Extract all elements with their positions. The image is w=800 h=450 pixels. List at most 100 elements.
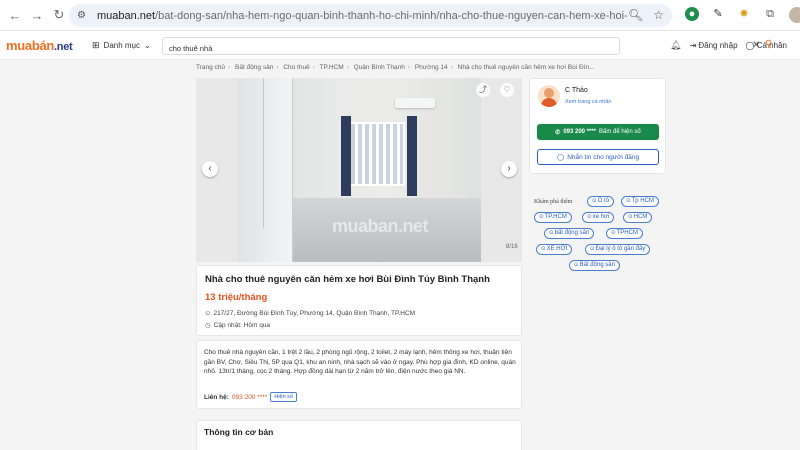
chat-icon: ◯ <box>556 154 565 161</box>
breadcrumb-item[interactable]: Cho thuê <box>283 64 309 71</box>
url-path: /bat-dong-san/nha-hem-ngo-quan-binh-than… <box>155 9 627 22</box>
explore-tag[interactable]: ⊙TP.HCM <box>534 212 572 223</box>
muaban-logo[interactable]: muabán.net <box>6 38 73 53</box>
listing-price: 13 triệu/tháng <box>205 292 268 303</box>
search-icon: ⊙ <box>539 214 544 220</box>
explore-label: Khám phá thêm <box>534 199 573 205</box>
breadcrumb: Trang chủ › Bất động sản › Cho thuê › TP.HC… <box>196 64 595 71</box>
previous-photo-button[interactable]: ‹ <box>202 161 218 177</box>
bookmark-star-icon[interactable]: ☆ <box>653 8 664 22</box>
search-icon: ⊙ <box>592 198 597 204</box>
chat-label: Nhắn tin cho người đăng <box>567 153 640 161</box>
explore-tag-label: TPHCM <box>616 230 638 236</box>
account-button[interactable]: ◯ Cá nhân <box>746 41 787 50</box>
user-icon: ◯ <box>745 41 755 50</box>
heart-icon[interactable]: ♡ <box>500 83 514 97</box>
listing-description: Cho thuê nhà nguyên căn, 1 trệt 2 lầu, 2… <box>204 349 516 376</box>
clock-icon: ◷ <box>205 322 211 329</box>
back-icon[interactable]: ← <box>6 6 24 24</box>
contact-phone: 093 200 **** <box>231 393 268 401</box>
grid-icon: ⊞ <box>92 40 100 50</box>
search-icon: ⊙ <box>626 198 631 204</box>
search-icon: ⊙ <box>587 214 592 220</box>
call-seller-button[interactable]: ✆ 093 200 **** Bấm để hiện số <box>537 124 659 140</box>
photo-counter: 8/16 <box>506 244 518 250</box>
account-label: Cá nhân <box>756 41 787 50</box>
search-icon: ⊙ <box>549 230 554 236</box>
profile-avatar-icon[interactable] <box>789 7 800 23</box>
search-box: ✕ ⚲ <box>162 37 772 57</box>
search-icon: ⊙ <box>590 246 595 252</box>
explore-tag[interactable]: ⊙Tp HCM <box>621 196 659 207</box>
eyedropper-icon[interactable]: ✎ <box>711 7 725 21</box>
seller-profile-link[interactable]: Xem trang cá nhân <box>565 99 611 105</box>
next-photo-button[interactable]: › <box>501 161 517 177</box>
breadcrumb-current: Nhà cho thuê nguyên căn hẻm xe hơi Bùi Đ… <box>457 64 595 71</box>
login-label: Đăng nhập <box>698 41 738 50</box>
chevron-down-icon: ⌄ <box>144 41 151 50</box>
basic-info-title: Thông tin cơ bản <box>204 427 274 437</box>
phone-icon: ✆ <box>555 129 561 136</box>
contact-label: Liên hệ: <box>204 393 229 401</box>
explore-tag-label: XE HƠI <box>546 246 568 252</box>
explore-tag-label: bất động sản <box>554 230 590 236</box>
photo-watermark: muaban.net <box>332 216 429 236</box>
share-icon[interactable]: ⤴ <box>476 83 490 97</box>
breadcrumb-item[interactable]: Trang chủ <box>196 64 225 71</box>
url-text[interactable]: muaban.net/bat-dong-san/nha-hem-ngo-quan… <box>97 10 627 22</box>
breadcrumb-item[interactable]: TP.HCM <box>320 64 344 71</box>
forward-icon[interactable]: → <box>28 6 46 24</box>
contact-row: Liên hệ: 093 200 **** Hiện số <box>204 392 297 402</box>
breadcrumb-item[interactable]: Bất động sản <box>235 64 273 71</box>
explore-tag[interactable]: ⊙xe hơi <box>582 212 615 223</box>
login-button[interactable]: ⇥ Đăng nhập <box>689 41 737 50</box>
bell-icon[interactable]: 🔔︎ <box>670 40 681 51</box>
updated-text: Cập nhật: Hôm qua <box>213 322 271 329</box>
explore-tag-label: Bất động sản <box>579 262 615 268</box>
extension-gear-icon[interactable]: ✸ <box>737 7 751 21</box>
explore-tag[interactable]: ⊙Bất động sản <box>569 260 620 271</box>
category-menu-button[interactable]: ⊞ Danh mục ⌄ <box>92 40 151 51</box>
logo-main: muabán <box>6 38 55 53</box>
explore-tag-label: xe hơi <box>592 214 610 220</box>
seller-card: C Thảo Xem trang cá nhân ✆ 093 200 **** … <box>529 78 666 174</box>
seller-phone: 093 200 **** <box>563 129 597 135</box>
seller-name[interactable]: C Thảo <box>565 87 588 94</box>
message-seller-button[interactable]: ◯ Nhắn tin cho người đăng <box>537 149 659 165</box>
explore-tag[interactable]: ⊙bất động sản <box>544 228 595 239</box>
seller-avatar[interactable] <box>538 85 560 107</box>
basic-info-card: Thông tin cơ bản <box>196 420 522 450</box>
listing-info-card: Nhà cho thuê nguyên căn hẻm xe hơi Bùi Đ… <box>196 265 522 336</box>
explore-tag[interactable]: ⊙Ô tô <box>587 196 614 207</box>
address-bar[interactable]: ⚙ muaban.net/bat-dong-san/nha-hem-ngo-qu… <box>69 4 672 27</box>
extensions-puzzle-icon[interactable]: ⧉ <box>763 7 777 21</box>
explore-tag[interactable]: ⊙HCM <box>623 212 653 223</box>
search-icon: ⊙ <box>611 230 616 236</box>
search-icon: ⊙ <box>574 262 579 268</box>
explore-tag-label: Tp HCM <box>631 198 654 204</box>
browser-toolbar: ← → ↻ ⚙ muaban.net/bat-dong-san/nha-hem-… <box>0 0 800 31</box>
category-label: Danh mục <box>103 41 141 50</box>
search-input[interactable] <box>169 40 569 57</box>
reveal-phone-label: Bấm để hiện số <box>599 129 641 135</box>
explore-tag[interactable]: ⊙Đại lý ô tô gần đây <box>585 244 651 255</box>
location-pin-icon: ⊙ <box>205 310 211 317</box>
breadcrumb-item[interactable]: Phường 14 <box>415 64 448 71</box>
listing-photo[interactable]: muaban.net <box>237 78 481 262</box>
extension-green-icon[interactable]: ● <box>685 7 699 21</box>
url-domain: muaban.net <box>97 9 156 22</box>
login-icon: ⇥ <box>689 41 697 50</box>
reload-icon[interactable]: ↻ <box>50 6 68 24</box>
explore-tag[interactable]: ⊙TPHCM <box>606 228 643 239</box>
photo-gallery[interactable]: muaban.net ⤴ ♡ ‹ › 8/16 <box>196 78 522 262</box>
search-icon: ⊙ <box>628 214 633 220</box>
explore-tag[interactable]: ⊙XE HƠI <box>536 244 573 255</box>
breadcrumb-item[interactable]: Quận Bình Thạnh <box>354 64 405 71</box>
site-info-icon[interactable]: ⚙ <box>77 10 91 21</box>
description-card: Cho thuê nhà nguyên căn, 1 trệt 2 lầu, 2… <box>196 340 522 409</box>
listing-title: Nhà cho thuê nguyên căn hẻm xe hơi Bùi Đ… <box>205 274 490 285</box>
zoom-icon[interactable]: 🔍︎ <box>628 8 643 22</box>
listing-updated: ◷ Cập nhật: Hôm qua <box>205 321 270 329</box>
explore-tag-label: Ô tô <box>597 198 609 204</box>
show-phone-button[interactable]: Hiện số <box>270 392 297 402</box>
